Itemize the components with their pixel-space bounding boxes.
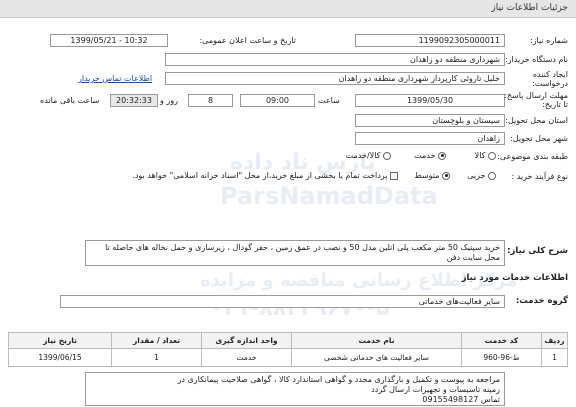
cell-code: ط-96-960: [461, 348, 542, 367]
radio-minor[interactable]: [488, 171, 496, 180]
category-service-label: خدمت: [414, 151, 436, 160]
cell-date: 1399/06/15: [8, 348, 112, 367]
col-name: نام خدمت: [291, 332, 462, 349]
buyer-field: شهرداری منطقه دو زاهدان: [165, 53, 505, 66]
buyer-label: نام دستگاه خریدار:: [505, 55, 568, 64]
category-goods-label: کالا: [474, 151, 486, 160]
service-group-field: سایر فعالیت‌های خدماتی: [60, 295, 505, 308]
process-minor-label: جزیی: [467, 171, 486, 180]
category-option-goods[interactable]: کالا: [475, 151, 496, 160]
process-option-medium[interactable]: متوسط: [414, 171, 450, 180]
col-code: کد خدمت: [461, 332, 542, 349]
radio-medium[interactable]: [442, 171, 450, 180]
cell-name: سایر فعالیت های خدماتی شخصی: [291, 348, 462, 367]
col-unit: واحد اندازه گیری: [201, 332, 292, 349]
days-label: روز و: [160, 96, 178, 105]
treasury-checkbox[interactable]: [390, 171, 398, 180]
deadline-label: مهلت ارسال پاسخ: تا تاریخ:: [504, 91, 568, 109]
category-label: طبقه بندی موضوعی:: [497, 152, 568, 161]
radio-service[interactable]: [438, 151, 446, 160]
city-label: شهر محل تحویل:: [510, 134, 568, 143]
summary-field: خرید سپتیک 50 متر مکعب پلی اتلین مدل 50 …: [85, 240, 505, 266]
cell-row: 1: [541, 348, 568, 367]
radio-goods-service[interactable]: [383, 151, 391, 160]
buyer-contact-link[interactable]: اطلاعات تماس خریدار: [78, 74, 152, 83]
summary-label: شرح کلی نیاز:: [507, 246, 568, 256]
page-header: جزئیات اطلاعات نیاز: [0, 0, 576, 18]
category-option-service[interactable]: خدمت: [414, 151, 446, 160]
creator-field: خلیل تاروئی کارپرداز شهرداری منطقه دو زا…: [165, 72, 505, 85]
table-row: 1 ط-96-960 سایر فعالیت های خدماتی شخصی خ…: [8, 348, 568, 367]
notes-line-1: مراجعه به پیوست و تکمیل و بارگذاری مجدد …: [177, 375, 500, 384]
notes-line-3: تماس 09155498127: [422, 395, 500, 404]
col-qty: تعداد / مقدار: [111, 332, 202, 349]
need-number-field: 1199092305000011: [355, 34, 505, 47]
service-group-label: گروه خدمت:: [515, 296, 568, 306]
process-option-minor[interactable]: جزیی: [467, 171, 496, 180]
deadline-date-field: 1399/05/30: [355, 94, 505, 107]
notes-line-2: زمینه تاسیسات و تجهیزات ارسال گردد: [371, 385, 500, 394]
services-info-title: اطلاعات خدمات مورد نیاز: [461, 273, 568, 283]
process-label: نوع فرآیند خرید :: [511, 172, 568, 181]
province-label: استان محل تحویل:: [505, 116, 568, 125]
need-number-label: شماره نیاز:: [530, 36, 568, 45]
col-date: تاریخ نیاز: [8, 332, 112, 349]
city-field: زاهدان: [355, 132, 505, 145]
category-goods-service-label: کالا/خدمت: [345, 151, 381, 160]
buyer-notes: مراجعه به پیوست و تکمیل و بارگذاری مجدد …: [85, 372, 505, 406]
table-header-row: ردیف کد خدمت نام خدمت واحد اندازه گیری ت…: [8, 332, 568, 349]
process-medium-label: متوسط: [414, 171, 440, 180]
remaining-time-field: 20:32:33: [110, 94, 158, 107]
deadline-time-field: 09:00: [240, 94, 315, 107]
watermark-latin: ParsNamadData: [220, 182, 438, 210]
treasury-payment-option[interactable]: پرداخت تمام یا بخشی از مبلغ خرید،از محل …: [132, 171, 398, 180]
province-field: سیستان و بلوچستان: [355, 114, 505, 127]
remaining-time-label: ساعت باقی مانده: [40, 96, 100, 105]
announce-date-label: تاریخ و ساعت اعلان عمومی:: [199, 36, 296, 45]
col-row: ردیف: [541, 332, 568, 349]
cell-qty: 1: [111, 348, 202, 367]
cell-unit: خدمت: [201, 348, 292, 367]
category-option-goods-service[interactable]: کالا/خدمت: [346, 151, 391, 160]
treasury-note: پرداخت تمام یا بخشی از مبلغ خرید،از محل …: [132, 171, 388, 180]
days-remaining-field: 8: [188, 94, 233, 107]
services-table: ردیف کد خدمت نام خدمت واحد اندازه گیری ت…: [8, 332, 568, 367]
page-title: جزئیات اطلاعات نیاز: [491, 3, 568, 13]
creator-label: ایجاد کننده درخواست:: [532, 70, 568, 88]
announce-date-field: 1399/05/21 - 10:32: [50, 34, 168, 47]
deadline-time-label: ساعت: [318, 96, 340, 105]
radio-goods[interactable]: [488, 151, 496, 160]
